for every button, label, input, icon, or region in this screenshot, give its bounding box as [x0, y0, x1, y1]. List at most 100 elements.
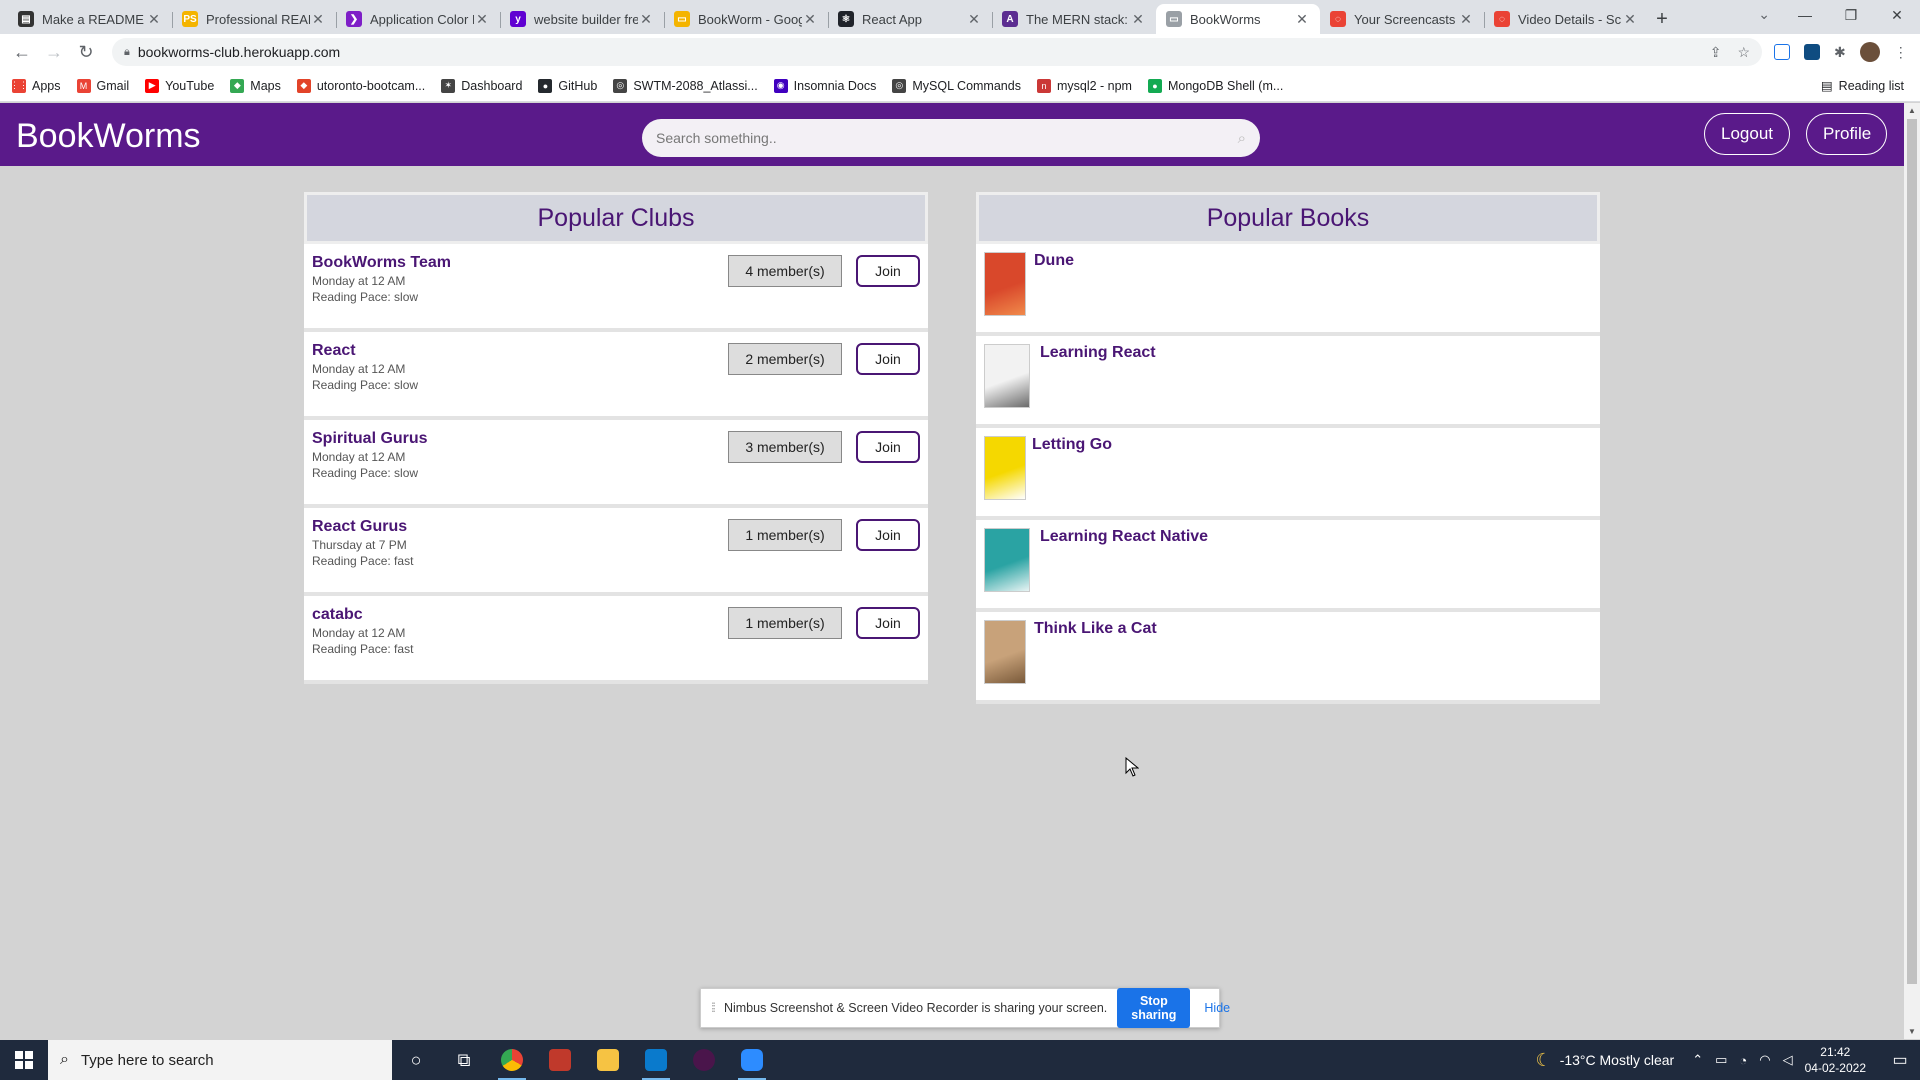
- bookmark-item[interactable]: ● GitHub: [538, 78, 597, 93]
- puzzle-icon[interactable]: ✱: [1834, 44, 1846, 61]
- club-name[interactable]: catabc: [312, 606, 363, 624]
- book-cover-image[interactable]: [984, 620, 1026, 684]
- bookmark-item[interactable]: ◎ SWTM-2088_Atlassi...: [613, 78, 758, 93]
- book-title[interactable]: Learning React Native: [1040, 528, 1208, 546]
- bookmark-item[interactable]: ● MongoDB Shell (m...: [1147, 78, 1283, 93]
- join-club-button[interactable]: Join: [856, 343, 920, 375]
- notification-icon[interactable]: ▭: [1880, 1050, 1920, 1070]
- chevron-up-icon[interactable]: ⌃: [1692, 1052, 1703, 1068]
- scrollbar-thumb[interactable]: [1907, 119, 1917, 984]
- book-cover-image[interactable]: [984, 344, 1030, 408]
- meet-icon[interactable]: ▭: [1715, 1052, 1727, 1068]
- browser-tab[interactable]: y website builder fre ✕: [500, 4, 664, 34]
- browser-tab[interactable]: ◌ Your Screencasts - ✕: [1320, 4, 1484, 34]
- back-icon[interactable]: ←: [6, 42, 38, 63]
- slack-icon[interactable]: [680, 1040, 728, 1080]
- react-devtools-icon[interactable]: [1804, 44, 1820, 60]
- club-name[interactable]: React: [312, 342, 356, 360]
- tab-close-icon[interactable]: ✕: [966, 11, 982, 28]
- bookmark-item[interactable]: n mysql2 - npm: [1036, 78, 1132, 93]
- book-cover-image[interactable]: [984, 252, 1026, 316]
- join-club-button[interactable]: Join: [856, 255, 920, 287]
- menu-dots-icon[interactable]: ⋮: [1894, 44, 1908, 61]
- bookmark-item[interactable]: ◆ Maps: [230, 78, 281, 93]
- share-icon[interactable]: ⇪: [1710, 44, 1722, 61]
- wifi-icon[interactable]: ◠: [1759, 1052, 1770, 1068]
- tab-close-icon[interactable]: ✕: [802, 11, 818, 28]
- page-scrollbar[interactable]: ▲ ▼: [1904, 103, 1920, 1039]
- task-view-icon[interactable]: ⧉: [440, 1040, 488, 1080]
- tab-close-icon[interactable]: ✕: [474, 11, 490, 28]
- drag-handle-icon[interactable]: ⁞⁞: [711, 1001, 716, 1015]
- book-title[interactable]: Learning React: [1040, 344, 1156, 362]
- browser-tab[interactable]: ◌ Video Details - Scr ✕: [1484, 4, 1648, 34]
- tab-close-icon[interactable]: ✕: [1458, 11, 1474, 28]
- tab-close-icon[interactable]: ✕: [1130, 11, 1146, 28]
- network-icon[interactable]: ◔: [1739, 1053, 1747, 1068]
- browser-tab[interactable]: ▤ Make a README ✕: [8, 4, 172, 34]
- clock[interactable]: 21:42 04-02-2022: [1805, 1044, 1866, 1076]
- lock-icon[interactable]: 🔒︎: [124, 46, 130, 59]
- vscode-icon[interactable]: [632, 1040, 680, 1080]
- club-name[interactable]: Spiritual Gurus: [312, 430, 428, 448]
- profile-button[interactable]: Profile: [1806, 113, 1887, 155]
- minimize-button[interactable]: —: [1782, 0, 1828, 30]
- book-cover-image[interactable]: [984, 528, 1030, 592]
- logout-button[interactable]: Logout: [1704, 113, 1790, 155]
- extension-icon[interactable]: [1774, 44, 1790, 60]
- bookmark-item[interactable]: M Gmail: [76, 78, 129, 93]
- chrome-icon[interactable]: [488, 1040, 536, 1080]
- tab-close-icon[interactable]: ✕: [310, 11, 326, 28]
- search-box[interactable]: ⌕: [642, 119, 1260, 157]
- bookmark-item[interactable]: ⋮⋮ Apps: [10, 78, 61, 93]
- profile-avatar[interactable]: [1859, 42, 1880, 62]
- stop-sharing-button[interactable]: Stop sharing: [1117, 988, 1191, 1028]
- browser-tab[interactable]: ▭ BookWorm - Goog ✕: [664, 4, 828, 34]
- forward-icon[interactable]: →: [38, 42, 70, 63]
- new-tab-button[interactable]: +: [1648, 4, 1676, 34]
- browser-tab[interactable]: ⚛ React App ✕: [828, 4, 992, 34]
- tab-close-icon[interactable]: ✕: [1622, 11, 1638, 28]
- tab-search-icon[interactable]: ⌄: [1758, 6, 1770, 23]
- zoom-icon[interactable]: [728, 1040, 776, 1080]
- search-input[interactable]: [656, 130, 1238, 146]
- cortana-icon[interactable]: ○: [392, 1040, 440, 1080]
- address-bar[interactable]: 🔒︎ bookworms-club.herokuapp.com ⇪ ☆: [112, 38, 1762, 66]
- join-club-button[interactable]: Join: [856, 519, 920, 551]
- scroll-up-arrow-icon[interactable]: ▲: [1908, 106, 1916, 115]
- tab-close-icon[interactable]: ✕: [146, 11, 162, 28]
- scroll-down-arrow-icon[interactable]: ▼: [1908, 1027, 1916, 1036]
- bookmark-item[interactable]: ◉ Insomnia Docs: [773, 78, 876, 93]
- tab-close-icon[interactable]: ✕: [1294, 11, 1310, 28]
- reload-icon[interactable]: ↻: [70, 42, 102, 63]
- join-club-button[interactable]: Join: [856, 607, 920, 639]
- bookmark-item[interactable]: ◆ utoronto-bootcam...: [296, 78, 425, 93]
- bookmark-item[interactable]: ✶ Dashboard: [441, 78, 522, 93]
- hide-button[interactable]: Hide: [1204, 1001, 1230, 1015]
- browser-tab[interactable]: ❯ Application Color I ✕: [336, 4, 500, 34]
- search-icon[interactable]: ⌕: [1238, 130, 1246, 147]
- book-title[interactable]: Letting Go: [1032, 436, 1112, 454]
- volume-icon[interactable]: ◁: [1783, 1052, 1793, 1068]
- bookmark-star-icon[interactable]: ☆: [1737, 44, 1750, 61]
- bookmark-item[interactable]: ◎ MySQL Commands: [892, 78, 1021, 93]
- club-name[interactable]: React Gurus: [312, 518, 407, 536]
- browser-tab[interactable]: A The MERN stack: A ✕: [992, 4, 1156, 34]
- join-club-button[interactable]: Join: [856, 431, 920, 463]
- bookmark-item[interactable]: ▶ YouTube: [145, 78, 214, 93]
- browser-tab[interactable]: ▭ BookWorms ✕: [1156, 4, 1320, 34]
- file-explorer-icon[interactable]: [584, 1040, 632, 1080]
- weather-widget[interactable]: ☾ -13°C Mostly clear: [1536, 1050, 1675, 1071]
- browser-tab[interactable]: PS Professional READI ✕: [172, 4, 336, 34]
- tab-close-icon[interactable]: ✕: [638, 11, 654, 28]
- start-button[interactable]: [0, 1040, 48, 1080]
- book-cover-image[interactable]: [984, 436, 1026, 500]
- app-grid-icon[interactable]: [536, 1040, 584, 1080]
- reading-list-button[interactable]: ▤ Reading list: [1821, 78, 1904, 94]
- brand-logo[interactable]: BookWorms: [16, 117, 201, 156]
- url-text[interactable]: bookworms-club.herokuapp.com: [138, 44, 1694, 60]
- maximize-button[interactable]: ❐: [1828, 0, 1874, 30]
- taskbar-search[interactable]: ⌕ Type here to search: [48, 1040, 392, 1080]
- club-name[interactable]: BookWorms Team: [312, 254, 451, 272]
- close-window-button[interactable]: ✕: [1874, 0, 1920, 30]
